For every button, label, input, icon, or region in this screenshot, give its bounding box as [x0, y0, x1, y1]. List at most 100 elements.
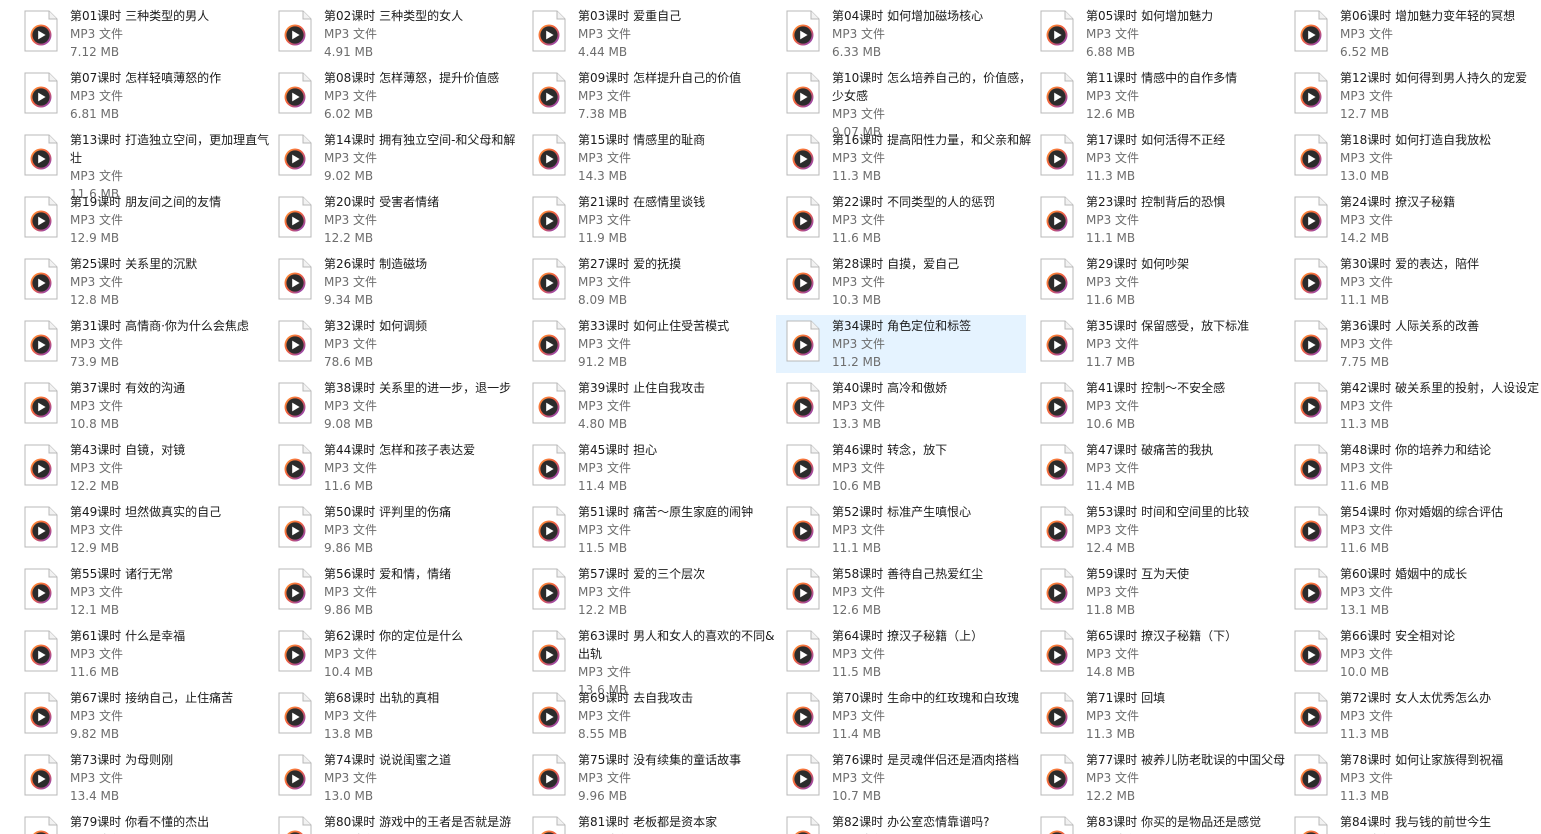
file-size: 11.4 MB — [1086, 479, 1136, 493]
file-item[interactable]: 第43课时 自镜，对镜 MP3 文件 12.2 MB — [24, 441, 274, 499]
file-item[interactable]: 第77课时 被养儿防老耽误的中国父母 MP3 文件 12.2 MB — [1040, 751, 1290, 809]
file-item[interactable]: 第29课时 如何吵架 MP3 文件 11.6 MB — [1040, 255, 1290, 313]
file-item[interactable]: 第03课时 爱重自己 MP3 文件 4.44 MB — [532, 7, 782, 65]
file-item[interactable]: 第07课时 怎样轻嗔薄怒的作 MP3 文件 6.81 MB — [24, 69, 274, 127]
file-item[interactable]: 第01课时 三种类型的男人 MP3 文件 7.12 MB — [24, 7, 274, 65]
file-item[interactable]: 第81课时 老板都是资本家MP3 文件 — [532, 813, 782, 834]
file-item[interactable]: 第66课时 安全相对论 MP3 文件 10.0 MB — [1294, 627, 1541, 685]
file-item[interactable]: 第05课时 如何增加魅力 MP3 文件 6.88 MB — [1040, 7, 1290, 65]
file-item[interactable]: 第71课时 回填 MP3 文件 11.3 MB — [1040, 689, 1290, 747]
mp3-file-icon — [786, 754, 820, 796]
file-item[interactable]: 第63课时 男人和女人的喜欢的不同&出轨 MP3 文件 13.6 MB — [532, 627, 782, 697]
file-item[interactable]: 第59课时 互为天使 MP3 文件 11.8 MB — [1040, 565, 1290, 623]
file-item[interactable]: 第38课时 关系里的进一步，退一步 MP3 文件 9.08 MB — [278, 379, 528, 437]
file-item[interactable]: 第50课时 评判里的伤痛 MP3 文件 9.86 MB — [278, 503, 528, 561]
file-info: 第31课时 高情商·你为什么会焦虑 MP3 文件 73.9 MB — [70, 317, 270, 371]
file-item[interactable]: 第54课时 你对婚姻的综合评估 MP3 文件 11.6 MB — [1294, 503, 1541, 561]
file-item[interactable]: 第12课时 如何得到男人持久的宠爱 MP3 文件 12.7 MB — [1294, 69, 1541, 127]
file-item[interactable]: 第67课时 接纳自己，止住痛苦 MP3 文件 9.82 MB — [24, 689, 274, 747]
file-item[interactable]: 第42课时 破关系里的投射，人设设定 MP3 文件 11.3 MB — [1294, 379, 1541, 437]
file-item[interactable]: 第53课时 时间和空间里的比较 MP3 文件 12.4 MB — [1040, 503, 1290, 561]
file-item[interactable]: 第57课时 爱的三个层次 MP3 文件 12.2 MB — [532, 565, 782, 623]
file-item[interactable]: 第45课时 担心 MP3 文件 11.4 MB — [532, 441, 782, 499]
file-item[interactable]: 第30课时 爱的表达，陪伴 MP3 文件 11.1 MB — [1294, 255, 1541, 313]
file-item[interactable]: 第76课时 是灵魂伴侣还是酒肉搭档 MP3 文件 10.7 MB — [786, 751, 1036, 809]
file-info: 第71课时 回填 MP3 文件 11.3 MB — [1086, 689, 1286, 743]
file-info: 第46课时 转念，放下 MP3 文件 10.6 MB — [832, 441, 1032, 495]
file-item[interactable]: 第18课时 如何打造自我放松 MP3 文件 13.0 MB — [1294, 131, 1541, 189]
file-item[interactable]: 第61课时 什么是幸福 MP3 文件 11.6 MB — [24, 627, 274, 685]
file-type: MP3 文件 — [324, 709, 378, 723]
file-item[interactable]: 第16课时 提高阳性力量，和父亲和解 MP3 文件 11.3 MB — [786, 131, 1036, 189]
file-item[interactable]: 第74课时 说说闺蜜之道 MP3 文件 13.0 MB — [278, 751, 528, 809]
file-item[interactable]: 第35课时 保留感受，放下标准 MP3 文件 11.7 MB — [1040, 317, 1290, 375]
file-name: 第65课时 撩汉子秘籍（下） — [1086, 629, 1238, 643]
file-item[interactable]: 第46课时 转念，放下 MP3 文件 10.6 MB — [786, 441, 1036, 499]
file-item[interactable]: 第22课时 不同类型的人的惩罚 MP3 文件 11.6 MB — [786, 193, 1036, 251]
file-item[interactable]: 第11课时 情感中的自作多情 MP3 文件 12.6 MB — [1040, 69, 1290, 127]
file-item[interactable]: 第75课时 没有续集的童话故事 MP3 文件 9.96 MB — [532, 751, 782, 809]
file-item[interactable]: 第64课时 撩汉子秘籍（上） MP3 文件 11.5 MB — [786, 627, 1036, 685]
file-item[interactable]: 第40课时 高冷和傲娇 MP3 文件 13.3 MB — [786, 379, 1036, 437]
file-item[interactable]: 第08课时 怎样薄怒，提升价值感 MP3 文件 6.02 MB — [278, 69, 528, 127]
file-item[interactable]: 第32课时 如何调频 MP3 文件 78.6 MB — [278, 317, 528, 375]
file-item[interactable]: 第25课时 关系里的沉默 MP3 文件 12.8 MB — [24, 255, 274, 313]
file-item[interactable]: 第65课时 撩汉子秘籍（下） MP3 文件 14.8 MB — [1040, 627, 1290, 685]
file-item[interactable]: 第44课时 怎样和孩子表达爱 MP3 文件 11.6 MB — [278, 441, 528, 499]
file-item[interactable]: 第31课时 高情商·你为什么会焦虑 MP3 文件 73.9 MB — [24, 317, 274, 375]
file-item[interactable]: 第78课时 如何让家族得到祝福 MP3 文件 11.3 MB — [1294, 751, 1541, 809]
file-item[interactable]: 第41课时 控制～不安全感 MP3 文件 10.6 MB — [1040, 379, 1290, 437]
file-item[interactable]: 第69课时 去自我攻击 MP3 文件 8.55 MB — [532, 689, 782, 747]
file-name: 第67课时 接纳自己，止住痛苦 — [70, 691, 234, 705]
file-info: 第03课时 爱重自己 MP3 文件 4.44 MB — [578, 7, 778, 61]
file-info: 第15课时 情感里的耻商 MP3 文件 14.3 MB — [578, 131, 778, 185]
file-item[interactable]: 第68课时 出轨的真相 MP3 文件 13.8 MB — [278, 689, 528, 747]
file-item[interactable]: 第33课时 如何止住受苦模式 MP3 文件 91.2 MB — [532, 317, 782, 375]
file-item[interactable]: 第39课时 止住自我攻击 MP3 文件 4.80 MB — [532, 379, 782, 437]
file-item[interactable]: 第82课时 办公室恋情靠谱吗?MP3 文件 — [786, 813, 1036, 834]
file-item[interactable]: 第60课时 婚姻中的成长 MP3 文件 13.1 MB — [1294, 565, 1541, 623]
file-item[interactable]: 第51课时 痛苦～原生家庭的闹钟 MP3 文件 11.5 MB — [532, 503, 782, 561]
file-item[interactable]: 第02课时 三种类型的女人 MP3 文件 4.91 MB — [278, 7, 528, 65]
file-item[interactable]: 第84课时 我与钱的前世今生MP3 文件 — [1294, 813, 1541, 834]
file-item[interactable]: 第19课时 朋友间之间的友情 MP3 文件 12.9 MB — [24, 193, 274, 251]
file-item[interactable]: 第73课时 为母则刚 MP3 文件 13.4 MB — [24, 751, 274, 809]
file-item[interactable]: 第28课时 自摸，爱自己 MP3 文件 10.3 MB — [786, 255, 1036, 313]
file-item[interactable]: 第06课时 增加魅力变年轻的冥想 MP3 文件 6.52 MB — [1294, 7, 1541, 65]
file-size: 9.86 MB — [324, 541, 374, 555]
file-item[interactable]: 第83课时 你买的是物品还是感觉MP3 文件 — [1040, 813, 1290, 834]
file-item[interactable]: 第37课时 有效的沟通 MP3 文件 10.8 MB — [24, 379, 274, 437]
file-item[interactable]: 第20课时 受害者情绪 MP3 文件 12.2 MB — [278, 193, 528, 251]
file-item[interactable]: 第79课时 你看不懂的杰出MP3 文件 — [24, 813, 274, 834]
file-item[interactable]: 第56课时 爱和情，情绪 MP3 文件 9.86 MB — [278, 565, 528, 623]
file-item[interactable]: 第04课时 如何增加磁场核心 MP3 文件 6.33 MB — [786, 7, 1036, 65]
file-item[interactable]: 第23课时 控制背后的恐惧 MP3 文件 11.1 MB — [1040, 193, 1290, 251]
file-item[interactable]: 第52课时 标准产生嗔恨心 MP3 文件 11.1 MB — [786, 503, 1036, 561]
file-item[interactable]: 第10课时 怎么培养自己的，价值感，少女感 MP3 文件 9.07 MB — [786, 69, 1036, 139]
file-item[interactable]: 第24课时 撩汉子秘籍 MP3 文件 14.2 MB — [1294, 193, 1541, 251]
file-item[interactable]: 第21课时 在感情里谈钱 MP3 文件 11.9 MB — [532, 193, 782, 251]
file-item[interactable]: 第36课时 人际关系的改善 MP3 文件 7.75 MB — [1294, 317, 1541, 375]
file-item[interactable]: 第58课时 善待自己热爱红尘 MP3 文件 12.6 MB — [786, 565, 1036, 623]
file-item[interactable]: 第14课时 拥有独立空间-和父母和解 MP3 文件 9.02 MB — [278, 131, 528, 189]
file-item[interactable]: 第70课时 生命中的红玫瑰和白玫瑰 MP3 文件 11.4 MB — [786, 689, 1036, 747]
file-item[interactable]: 第09课时 怎样提升自己的价值 MP3 文件 7.38 MB — [532, 69, 782, 127]
file-item[interactable]: 第80课时 游戏中的王者是否就是游MP3 文件 — [278, 813, 528, 834]
file-item[interactable]: 第26课时 制造磁场 MP3 文件 9.34 MB — [278, 255, 528, 313]
file-item[interactable]: 第48课时 你的培养力和结论 MP3 文件 11.6 MB — [1294, 441, 1541, 499]
file-item[interactable]: 第55课时 诸行无常 MP3 文件 12.1 MB — [24, 565, 274, 623]
file-item[interactable]: 第27课时 爱的抚摸 MP3 文件 8.09 MB — [532, 255, 782, 313]
file-item[interactable]: 第49课时 坦然做真实的自己 MP3 文件 12.9 MB — [24, 503, 274, 561]
file-item[interactable]: 第13课时 打造独立空间，更加理直气壮 MP3 文件 11.6 MB — [24, 131, 274, 201]
file-item[interactable]: 第62课时 你的定位是什么 MP3 文件 10.4 MB — [278, 627, 528, 685]
file-item[interactable]: 第15课时 情感里的耻商 MP3 文件 14.3 MB — [532, 131, 782, 189]
file-size: 9.34 MB — [324, 293, 374, 307]
file-item[interactable]: 第72课时 女人太优秀怎么办 MP3 文件 11.3 MB — [1294, 689, 1541, 747]
file-item[interactable]: 第47课时 破痛苦的我执 MP3 文件 11.4 MB — [1040, 441, 1290, 499]
file-type: MP3 文件 — [1086, 709, 1140, 723]
file-type: MP3 文件 — [1086, 275, 1140, 289]
file-item[interactable]: 第17课时 如何活得不正经 MP3 文件 11.3 MB — [1040, 131, 1290, 189]
file-info: 第11课时 情感中的自作多情 MP3 文件 12.6 MB — [1086, 69, 1286, 123]
mp3-file-icon — [532, 816, 566, 834]
file-item[interactable]: 第34课时 角色定位和标签 MP3 文件 11.2 MB — [776, 315, 1026, 373]
